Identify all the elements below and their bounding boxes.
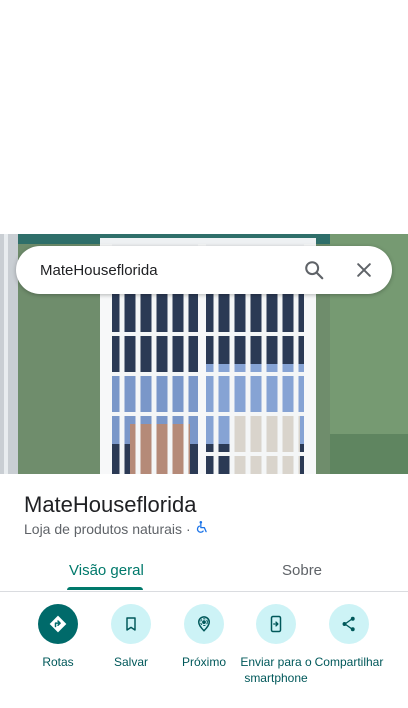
action-row: Rotas Salvar Próximo Enviar para o smart… — [0, 604, 408, 704]
nearby-label: Próximo — [181, 655, 226, 669]
place-subtitle: Loja de produtos naturais · — [24, 520, 209, 537]
search-input[interactable]: MateHouseflorida — [40, 262, 302, 279]
share-label: Compartilhar — [314, 655, 384, 669]
wheelchair-accessible-icon — [195, 520, 209, 537]
place-title: MateHouseflorida — [24, 492, 197, 517]
separator-dot: · — [186, 520, 191, 537]
save-button[interactable]: Salvar — [93, 604, 169, 670]
share-icon — [329, 604, 369, 644]
close-icon[interactable] — [352, 258, 376, 282]
tab-overview[interactable]: Visão geral — [69, 550, 144, 591]
search-icon[interactable] — [302, 258, 326, 282]
nearby-button[interactable]: Próximo — [166, 604, 242, 670]
send-to-phone-icon — [256, 604, 296, 644]
share-button[interactable]: Compartilhar — [311, 604, 387, 670]
nearby-icon — [184, 604, 224, 644]
send-to-phone-button[interactable]: Enviar para o smartphone — [238, 604, 314, 686]
bookmark-icon — [111, 604, 151, 644]
directions-label: Rotas — [42, 655, 74, 669]
place-category: Loja de produtos naturais — [24, 520, 182, 537]
active-tab-indicator — [67, 587, 143, 590]
map-blank-area — [0, 0, 408, 234]
save-label: Salvar — [113, 655, 148, 669]
search-bar[interactable]: MateHouseflorida — [16, 246, 392, 294]
directions-button[interactable]: Rotas — [20, 604, 96, 670]
send-to-phone-label: Enviar para o smartphone — [240, 655, 312, 685]
tab-bar: Visão geral Sobre — [0, 550, 408, 592]
tab-about[interactable]: Sobre — [282, 550, 322, 591]
directions-icon — [38, 604, 78, 644]
